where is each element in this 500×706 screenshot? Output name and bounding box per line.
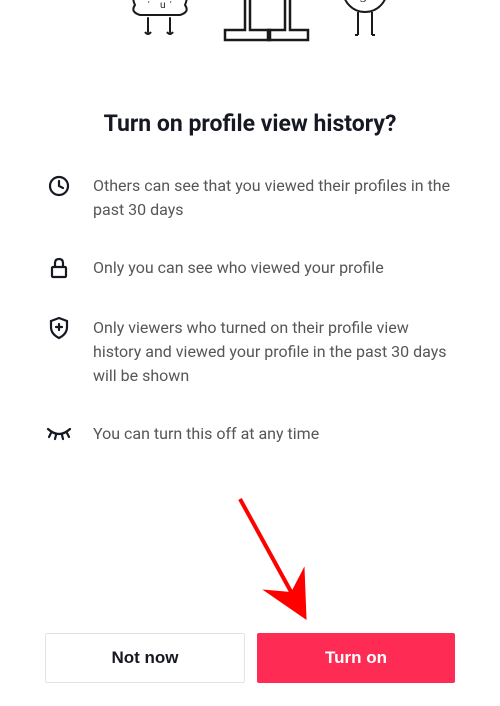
feature-text: You can turn this off at any time: [93, 420, 319, 446]
svg-text:': ': [148, 1, 150, 11]
feature-item: Others can see that you viewed their pro…: [45, 172, 455, 222]
feature-item: You can turn this off at any time: [45, 420, 455, 448]
eye-closed-icon: [45, 420, 73, 448]
svg-text:3: 3: [360, 0, 367, 5]
feature-text: Others can see that you viewed their pro…: [93, 172, 455, 222]
svg-text:u: u: [160, 0, 166, 11]
feature-text: Only viewers who turned on their profile…: [93, 314, 455, 388]
annotation-arrow: [230, 494, 330, 628]
svg-text:': ': [170, 1, 172, 11]
feature-list: Others can see that you viewed their pro…: [0, 172, 500, 448]
button-row: Not now Turn on: [45, 633, 455, 683]
feature-item: Only viewers who turned on their profile…: [45, 314, 455, 388]
turn-on-button[interactable]: Turn on: [257, 633, 455, 683]
shield-plus-icon: [45, 314, 73, 342]
lock-icon: [45, 254, 73, 282]
not-now-button[interactable]: Not now: [45, 633, 245, 683]
feature-item: Only you can see who viewed your profile: [45, 254, 455, 282]
feature-text: Only you can see who viewed your profile: [93, 254, 384, 280]
page-title: Turn on profile view history?: [0, 110, 500, 137]
header-illustration: ' u ' 3: [0, 0, 500, 85]
clock-icon: [45, 172, 73, 200]
